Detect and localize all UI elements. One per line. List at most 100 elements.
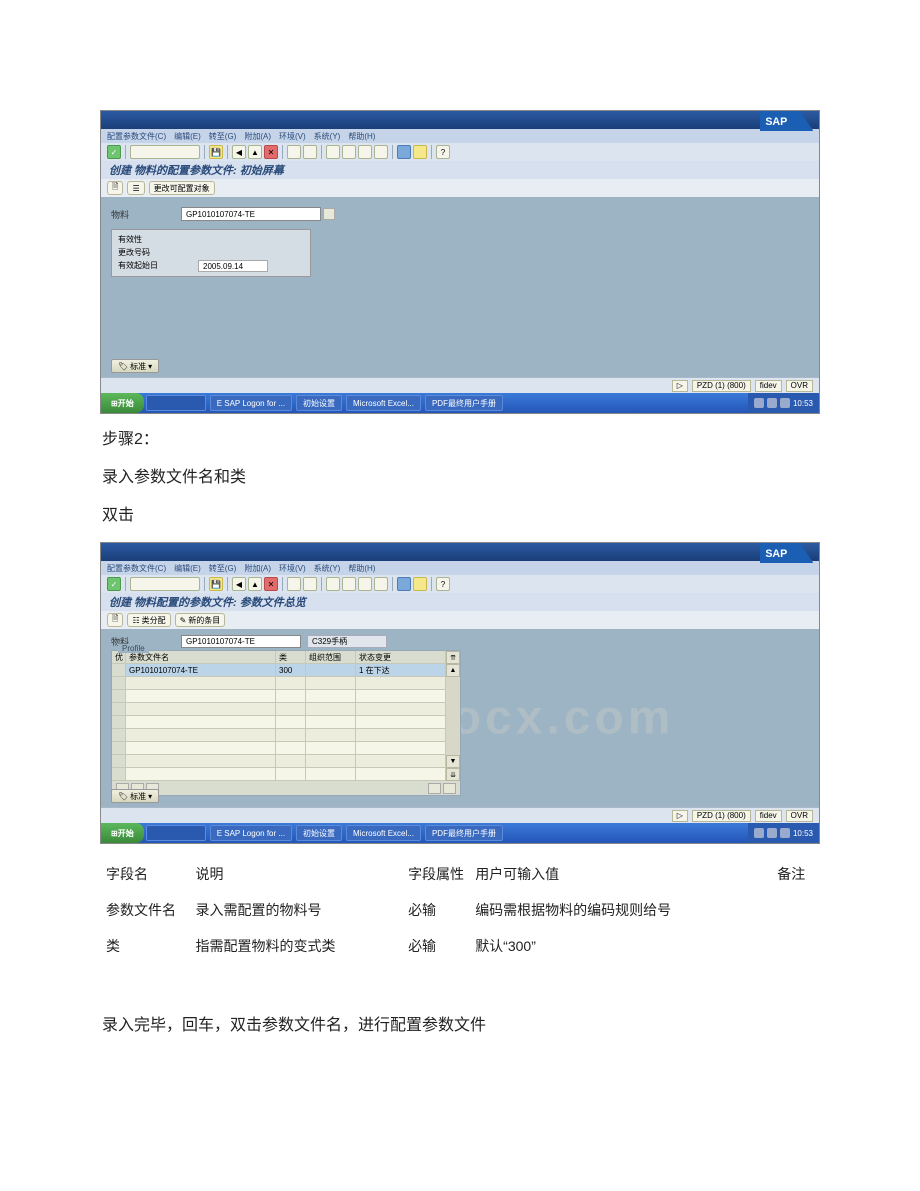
tray-icon[interactable] (754, 398, 764, 408)
back-icon[interactable]: ◀ (232, 577, 246, 591)
taskbar-item-excel[interactable]: Microsoft Excel... (346, 825, 421, 841)
taskbar-item-sap[interactable]: E SAP Logon for ... (210, 395, 292, 411)
tray-icon[interactable] (754, 828, 764, 838)
sub-btn-icon2[interactable]: ☰ (127, 181, 144, 195)
last-page-icon[interactable] (374, 145, 388, 159)
find-icon[interactable] (303, 145, 317, 159)
start-button[interactable]: ⊞ 开始 (101, 823, 144, 843)
last-page-icon[interactable] (374, 577, 388, 591)
cancel-icon[interactable]: ✕ (264, 145, 278, 159)
exit-icon[interactable]: ▲ (248, 145, 262, 159)
taskbar-item-sap[interactable]: E SAP Logon for ... (210, 825, 292, 841)
grid-row[interactable]: GP1010107074-TE 300 1 在下达 (112, 664, 446, 677)
command-field[interactable] (130, 145, 200, 159)
new-session-icon[interactable] (397, 145, 411, 159)
grid-scroll-left-icon[interactable] (428, 783, 441, 794)
cell-cls[interactable]: 300 (276, 664, 306, 677)
scroll-down-icon[interactable]: ▼ (446, 755, 460, 768)
menu-system[interactable]: 系统(Y) (314, 131, 341, 142)
change-config-obj-button[interactable]: 更改可配置对象 (149, 181, 215, 195)
menu-edit[interactable]: 编辑(E) (174, 563, 201, 574)
start-button[interactable]: ⊞ 开始 (101, 393, 144, 413)
sub-btn-icon1[interactable]: 🗎 (107, 181, 123, 195)
shortcut-icon[interactable] (413, 577, 427, 591)
doc-field-table: 字段名 说明 字段属性 用户可输入值 备注 参数文件名 录入需配置的物料号 必输… (100, 856, 820, 1038)
taskbar-item-pdf[interactable]: PDF最终用户手册 (425, 825, 503, 841)
quicklaunch[interactable] (146, 825, 206, 841)
print-icon[interactable] (287, 145, 301, 159)
class-assign-button[interactable]: ☷类分配 (127, 613, 170, 627)
new-entry-button[interactable]: ✎新的条目 (175, 613, 226, 627)
first-page-icon[interactable] (326, 577, 340, 591)
find-icon[interactable] (303, 577, 317, 591)
cell-org[interactable] (306, 664, 356, 677)
grid-scroll-right-icon[interactable] (443, 783, 456, 794)
valid-from-input[interactable]: 2005.09.14 (198, 260, 268, 272)
scroll-bottom-icon[interactable]: ⇊ (446, 768, 460, 781)
menu-goto[interactable]: 转至(G) (209, 563, 237, 574)
menu-help[interactable]: 帮助(H) (348, 131, 375, 142)
standard-tag-button[interactable]: 🏷标准▾ (111, 359, 159, 373)
help-icon[interactable]: ? (436, 145, 450, 159)
taskbar-item-init[interactable]: 初始设置 (296, 395, 342, 411)
material-input-2[interactable]: GP1010107074-TE (181, 635, 301, 648)
menu-profile[interactable]: 配置参数文件(C) (107, 563, 166, 574)
lookup-icon[interactable] (323, 208, 335, 220)
grid-row[interactable] (112, 755, 446, 768)
cell-name[interactable]: GP1010107074-TE (126, 664, 276, 677)
windows-icon: ⊞ (111, 829, 118, 838)
print-icon[interactable] (287, 577, 301, 591)
exit-icon[interactable]: ▲ (248, 577, 262, 591)
tray-icon[interactable] (767, 398, 777, 408)
standard-tag-button[interactable]: 🏷标准▾ (111, 789, 159, 803)
command-field[interactable] (130, 577, 200, 591)
grid-row[interactable] (112, 768, 446, 781)
help-icon[interactable]: ? (436, 577, 450, 591)
menu-env[interactable]: 环境(V) (279, 131, 306, 142)
back-icon[interactable]: ◀ (232, 145, 246, 159)
menu-extras[interactable]: 附加(A) (244, 131, 271, 142)
menu-extras[interactable]: 附加(A) (244, 563, 271, 574)
sub-btn-icon1[interactable]: 🗎 (107, 613, 123, 627)
scroll-top-icon[interactable]: ⇈ (446, 651, 460, 664)
row-selector[interactable] (112, 664, 126, 677)
prev-page-icon[interactable] (342, 577, 356, 591)
enter-icon[interactable]: ✓ (107, 145, 121, 159)
grid-scrollbar[interactable]: ⇈ ▲ ▼ ⇊ (446, 651, 460, 781)
scroll-up-icon[interactable]: ▲ (446, 664, 460, 677)
taskbar-item-pdf[interactable]: PDF最终用户手册 (425, 395, 503, 411)
enter-icon[interactable]: ✓ (107, 577, 121, 591)
cancel-icon[interactable]: ✕ (264, 577, 278, 591)
grid-row[interactable] (112, 716, 446, 729)
menu-system[interactable]: 系统(Y) (314, 563, 341, 574)
prev-page-icon[interactable] (342, 145, 356, 159)
first-page-icon[interactable] (326, 145, 340, 159)
tray-icon[interactable] (780, 828, 790, 838)
tray-icon[interactable] (767, 828, 777, 838)
cell-status[interactable]: 1 在下达 (356, 664, 446, 677)
menu-goto[interactable]: 转至(G) (209, 131, 237, 142)
next-page-icon[interactable] (358, 577, 372, 591)
grid-row[interactable] (112, 742, 446, 755)
menu-help[interactable]: 帮助(H) (348, 563, 375, 574)
taskbar-item-excel[interactable]: Microsoft Excel... (346, 395, 421, 411)
save-icon[interactable]: 💾 (209, 577, 223, 591)
separator (392, 145, 393, 159)
tray-icon[interactable] (780, 398, 790, 408)
grid-row[interactable] (112, 703, 446, 716)
shortcut-icon[interactable] (413, 145, 427, 159)
grid-row[interactable] (112, 690, 446, 703)
quicklaunch[interactable] (146, 395, 206, 411)
menu-env[interactable]: 环境(V) (279, 563, 306, 574)
separator (392, 577, 393, 591)
menu-edit[interactable]: 编辑(E) (174, 131, 201, 142)
save-icon[interactable]: 💾 (209, 145, 223, 159)
material-input[interactable]: GP1010107074-TE (181, 207, 321, 221)
next-page-icon[interactable] (358, 145, 372, 159)
sap-logo: SAP (760, 541, 813, 565)
menu-profile[interactable]: 配置参数文件(C) (107, 131, 166, 142)
grid-row[interactable] (112, 729, 446, 742)
grid-row[interactable] (112, 677, 446, 690)
new-session-icon[interactable] (397, 577, 411, 591)
taskbar-item-init[interactable]: 初始设置 (296, 825, 342, 841)
